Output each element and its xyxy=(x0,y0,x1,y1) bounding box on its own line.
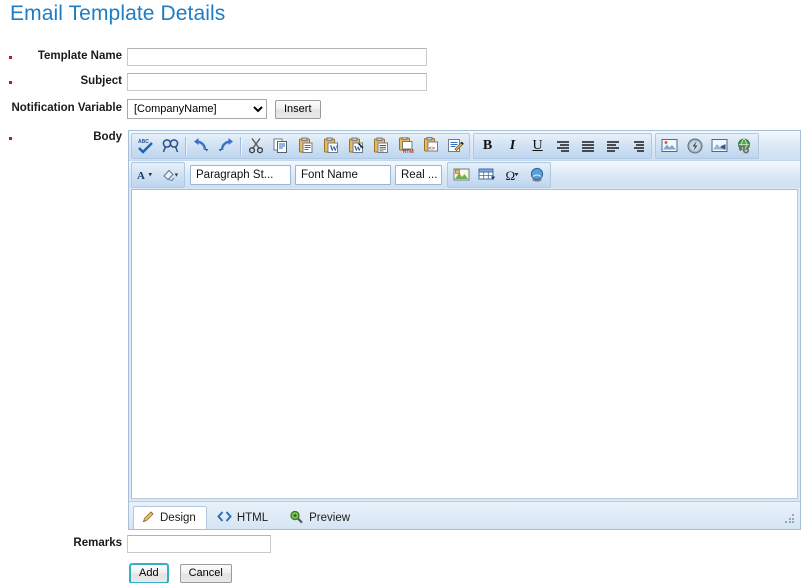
image-manager-icon[interactable] xyxy=(657,134,682,158)
add-button[interactable]: Add xyxy=(130,564,168,583)
svg-text:Ω: Ω xyxy=(506,168,516,183)
required-marker-icon xyxy=(9,137,12,140)
field-notification-variable: [CompanyName] Insert xyxy=(127,99,321,119)
italic-icon[interactable]: I xyxy=(500,134,525,158)
pencil-icon xyxy=(141,510,155,527)
bold-icon[interactable]: B xyxy=(475,134,500,158)
hyperlink-manager-icon[interactable] xyxy=(732,134,757,158)
editor-toolbar-group-format: B I U xyxy=(473,133,652,159)
field-remarks xyxy=(127,535,271,553)
svg-text:<>: <> xyxy=(429,146,435,152)
action-buttons: Add Cancel xyxy=(130,564,232,583)
editor-mode-tabs: Design HTML Preview xyxy=(129,501,800,529)
rich-text-editor: ABC xyxy=(128,130,801,530)
background-color-icon[interactable] xyxy=(158,163,183,187)
paste-from-word-strip-icon[interactable]: W xyxy=(343,134,368,158)
required-marker-icon xyxy=(9,56,12,59)
paste-html-icon[interactable]: <> xyxy=(418,134,443,158)
align-center-icon[interactable] xyxy=(575,134,600,158)
magnifier-icon xyxy=(289,510,304,527)
font-name-select[interactable]: Font Name xyxy=(295,165,391,185)
tab-design[interactable]: Design xyxy=(133,506,207,529)
toolbar-separator xyxy=(185,137,186,155)
align-justify-icon[interactable] xyxy=(625,134,650,158)
toolbar-separator xyxy=(240,137,241,155)
required-marker-icon xyxy=(9,81,12,84)
label-remarks: Remarks xyxy=(0,537,122,549)
angle-brackets-icon xyxy=(217,510,232,526)
field-template-name xyxy=(127,48,427,66)
format-stripper-icon[interactable] xyxy=(443,134,468,158)
label-notification-variable: Notification Variable xyxy=(0,102,122,114)
editor-toolbar-group-insert: Ω xyxy=(447,162,551,188)
redo-icon[interactable] xyxy=(213,134,238,158)
svg-text:ABC: ABC xyxy=(138,139,149,145)
undo-icon[interactable] xyxy=(188,134,213,158)
field-subject xyxy=(127,73,427,91)
svg-text:W: W xyxy=(330,144,338,153)
paste-plain-text-icon[interactable] xyxy=(368,134,393,158)
paste-from-word-icon[interactable]: W xyxy=(318,134,343,158)
label-body: Body xyxy=(0,131,122,143)
page-title: Email Template Details xyxy=(10,2,225,26)
subject-input[interactable] xyxy=(127,73,427,91)
tab-html[interactable]: HTML xyxy=(209,506,279,529)
insert-button[interactable]: Insert xyxy=(275,100,321,119)
cut-icon[interactable] xyxy=(243,134,268,158)
flash-manager-icon[interactable] xyxy=(682,134,707,158)
remarks-input[interactable] xyxy=(127,535,271,553)
insert-symbol-icon[interactable]: Ω xyxy=(499,163,524,187)
template-name-input[interactable] xyxy=(127,48,427,66)
module-manager-icon[interactable] xyxy=(524,163,549,187)
underline-icon[interactable]: U xyxy=(525,134,550,158)
editor-toolbar-group-managers xyxy=(655,133,759,159)
notification-variable-select[interactable]: [CompanyName] xyxy=(127,99,267,119)
cancel-button[interactable]: Cancel xyxy=(180,564,232,583)
tab-preview-label: Preview xyxy=(309,512,350,524)
tab-design-label: Design xyxy=(160,512,196,524)
label-subject: Subject xyxy=(0,75,122,87)
paste-as-html-icon[interactable]: HTML xyxy=(393,134,418,158)
insert-table-icon[interactable] xyxy=(474,163,499,187)
editor-content-area[interactable] xyxy=(131,189,798,499)
editor-resize-grip[interactable] xyxy=(785,514,796,525)
media-manager-icon[interactable] xyxy=(707,134,732,158)
tab-preview[interactable]: Preview xyxy=(281,506,361,529)
editor-toolbar-group-colors: A xyxy=(131,162,185,188)
find-replace-icon[interactable] xyxy=(158,134,183,158)
svg-text:A: A xyxy=(137,170,145,182)
font-size-select[interactable]: Real ... xyxy=(395,165,442,185)
foreground-color-icon[interactable]: A xyxy=(133,163,158,187)
tab-html-label: HTML xyxy=(237,512,268,524)
svg-text:HTML: HTML xyxy=(403,149,414,154)
spellcheck-icon[interactable]: ABC xyxy=(133,134,158,158)
align-left-icon[interactable] xyxy=(600,134,625,158)
align-right-icon[interactable] xyxy=(550,134,575,158)
paragraph-style-select[interactable]: Paragraph St... xyxy=(190,165,291,185)
editor-toolbar-row-1: ABC xyxy=(129,131,800,160)
editor-toolbar-row-2: A Paragraph St... Font Name Real ... xyxy=(129,160,800,188)
paste-icon[interactable] xyxy=(293,134,318,158)
editor-toolbar-group-tools: ABC xyxy=(131,133,470,159)
image-map-editor-icon[interactable] xyxy=(449,163,474,187)
label-template-name: Template Name xyxy=(0,50,122,62)
copy-icon[interactable] xyxy=(268,134,293,158)
